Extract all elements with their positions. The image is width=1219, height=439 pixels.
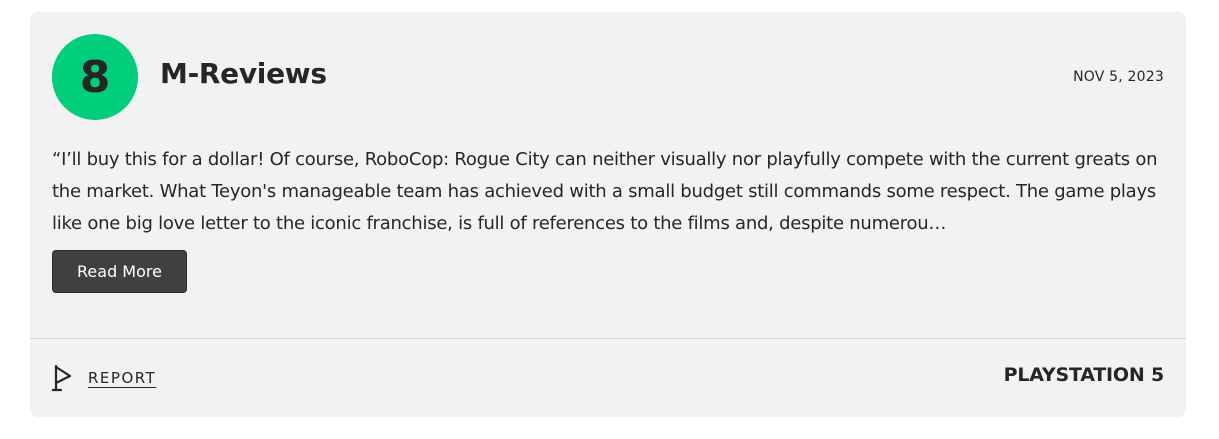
platform-label: PLAYSTATION 5 [1003, 364, 1165, 386]
divider [30, 338, 1186, 339]
critic-review-card: 8 M-Reviews NOV 5, 2023 “I’ll buy this f… [30, 12, 1186, 417]
review-date: NOV 5, 2023 [1073, 69, 1164, 85]
report-label: REPORT [88, 369, 157, 387]
score-value: 8 [79, 51, 111, 103]
score-badge: 8 [52, 34, 138, 120]
publication-name[interactable]: M-Reviews [160, 57, 327, 90]
report-link[interactable]: REPORT [52, 364, 156, 392]
flag-icon [52, 364, 72, 392]
review-quote: “I’ll buy this for a dollar! Of course, … [52, 149, 1158, 234]
read-more-button[interactable]: Read More [52, 250, 187, 293]
